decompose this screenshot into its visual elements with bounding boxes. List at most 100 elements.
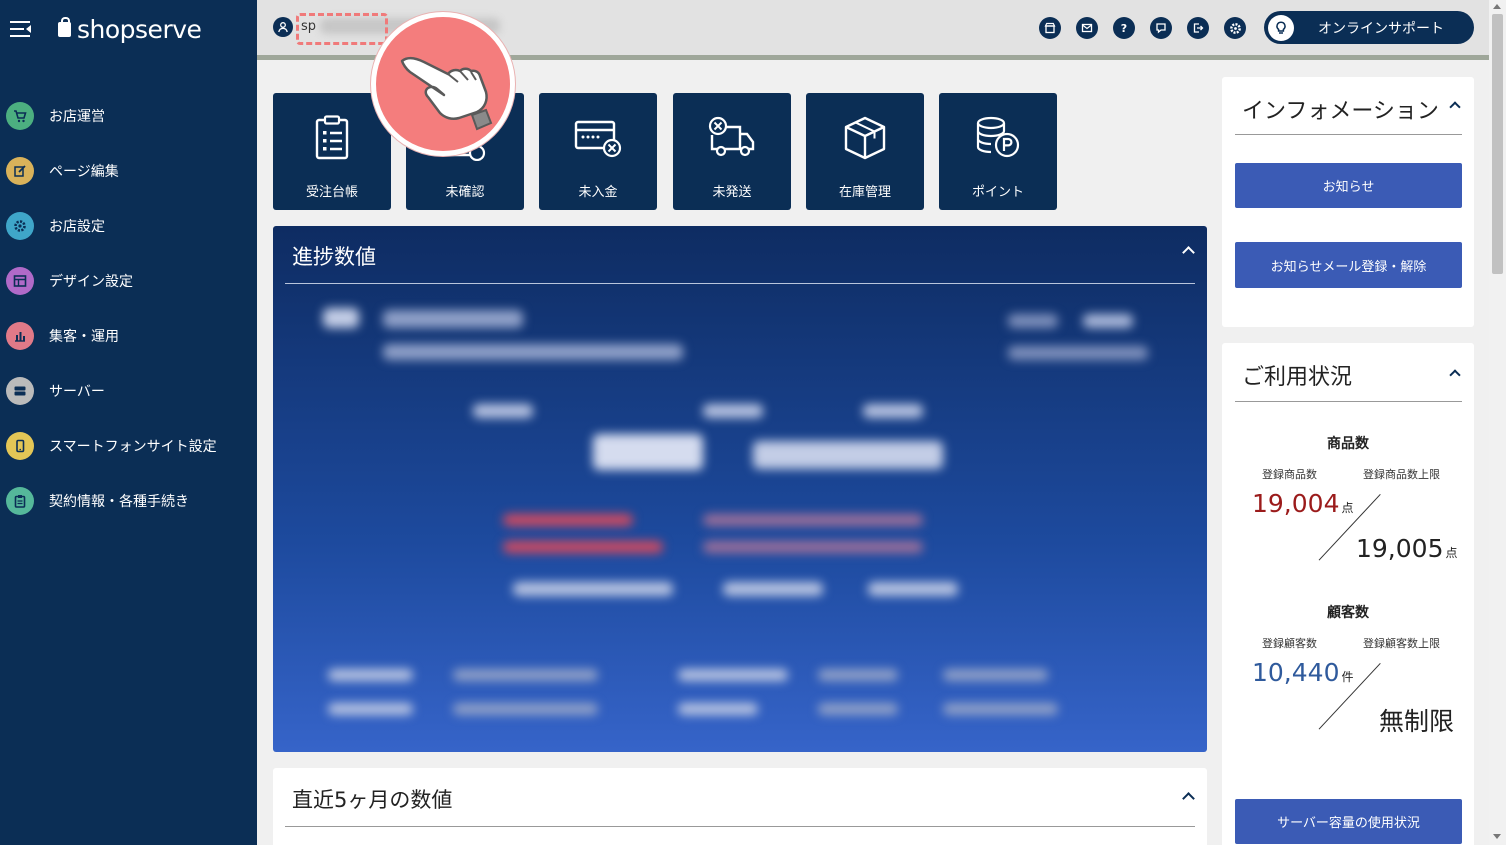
redacted-content: [943, 669, 1048, 681]
inventory-icon: [842, 115, 888, 161]
registered-customers-label: 登録顧客数: [1262, 637, 1317, 650]
sidebar-item-design-settings[interactable]: デザイン設定: [0, 253, 257, 308]
menu-collapse-icon[interactable]: [10, 19, 32, 39]
server-usage-button[interactable]: サーバー容量の使用状況: [1235, 799, 1462, 844]
chevron-up-icon[interactable]: [1449, 101, 1461, 113]
sidebar-nav: お店運営 ページ編集 お店設定 デザイン設定 集客・運用 サーバー スマートフォ…: [0, 88, 257, 528]
server-icon: [6, 376, 34, 405]
tile-label: 未確認: [445, 185, 485, 200]
information-divider: [1235, 134, 1462, 135]
sidebar-item-label: お店設定: [49, 218, 105, 235]
tile-inventory[interactable]: 在庫管理: [806, 93, 924, 210]
gear-icon: [6, 211, 34, 240]
tile-unpaid[interactable]: 未入金: [539, 93, 657, 210]
redacted-content: [863, 404, 923, 418]
usage-divider: [1235, 401, 1462, 402]
sidebar-item-contract-info[interactable]: 契約情報・各種手続き: [0, 473, 257, 528]
layout-icon: [6, 266, 34, 295]
redacted-content: [1008, 314, 1058, 328]
chevron-up-icon[interactable]: [1182, 246, 1195, 259]
logout-icon[interactable]: [1187, 17, 1209, 39]
tile-label: 未入金: [578, 185, 618, 200]
order-ledger-icon: [314, 115, 350, 161]
sidebar-item-label: ページ編集: [49, 163, 119, 180]
brand-logo[interactable]: shopserve: [58, 14, 202, 44]
tile-label: 未発送: [712, 185, 752, 200]
registered-customers-value: 10,440 件: [1252, 658, 1354, 687]
scroll-up-arrow-icon[interactable]: [1493, 4, 1501, 9]
news-button[interactable]: お知らせ: [1235, 163, 1462, 208]
mail-icon[interactable]: [1076, 17, 1098, 39]
registered-products-value: 19,004 点: [1252, 489, 1354, 518]
usage-panel: ご利用状況 商品数 登録商品数 登録商品数上限 19,004 点 19,005 点 …: [1222, 343, 1474, 845]
redacted-content: [383, 310, 523, 328]
sidebar-item-page-edit[interactable]: ページ編集: [0, 143, 257, 198]
tile-label: ポイント: [971, 185, 1024, 200]
progress-title: 進捗数値: [292, 245, 376, 269]
redacted-content: [513, 582, 673, 596]
sidebar-item-smartphone-site[interactable]: スマートフォンサイト設定: [0, 418, 257, 473]
progress-panel: 進捗数値: [273, 226, 1207, 752]
online-support-button[interactable]: オンラインサポート: [1264, 11, 1474, 44]
online-support-label: オンラインサポート: [1318, 20, 1444, 37]
unshipped-icon: [707, 115, 757, 161]
brand-name: shopserve: [77, 14, 202, 44]
redacted-content: [818, 703, 898, 715]
sidebar-item-store-settings[interactable]: お店設定: [0, 198, 257, 253]
redacted-content: [703, 541, 923, 553]
sidebar-item-server[interactable]: サーバー: [0, 363, 257, 418]
shopping-bag-icon: [58, 16, 71, 37]
redacted-content: [328, 669, 413, 681]
redacted-content: [678, 703, 758, 715]
chevron-up-icon[interactable]: [1449, 369, 1461, 381]
sidebar-item-label: お店運営: [49, 108, 105, 125]
settings-icon[interactable]: [1224, 17, 1246, 39]
redacted-content: [678, 669, 788, 681]
recent-months-panel: 直近5ヶ月の数値: [273, 768, 1207, 845]
sidebar-item-label: 契約情報・各種手続き: [49, 493, 189, 510]
edit-icon: [6, 156, 34, 185]
tile-label: 在庫管理: [838, 185, 891, 200]
sidebar-item-label: デザイン設定: [49, 273, 133, 290]
store-icon[interactable]: [1039, 17, 1061, 39]
user-icon[interactable]: [273, 17, 293, 37]
tile-points[interactable]: ポイント: [939, 93, 1057, 210]
redacted-content: [328, 703, 413, 715]
progress-divider: [285, 283, 1195, 284]
redacted-content: [943, 703, 1058, 715]
redacted-content: [818, 669, 898, 681]
customer-limit-value: 無制限: [1379, 707, 1455, 736]
redacted-content: [753, 441, 943, 469]
page-scrollbar[interactable]: [1489, 0, 1506, 845]
points-icon: [974, 115, 1022, 161]
redacted-content: [703, 514, 923, 526]
scroll-thumb[interactable]: [1492, 14, 1503, 274]
customer-limit-label: 登録顧客数上限: [1363, 637, 1440, 650]
redacted-content: [1083, 314, 1133, 328]
redacted-content: [503, 541, 663, 553]
redacted-content: [383, 344, 683, 360]
tile-order-ledger[interactable]: 受注台帳: [273, 93, 391, 210]
redacted-content: [593, 434, 703, 470]
tile-unshipped[interactable]: 未発送: [673, 93, 791, 210]
usage-title: ご利用状況: [1242, 365, 1353, 390]
redacted-content: [453, 669, 598, 681]
unpaid-icon: [573, 115, 623, 161]
redacted-content: [1008, 346, 1148, 360]
sidebar-item-marketing[interactable]: 集客・運用: [0, 308, 257, 363]
chevron-up-icon[interactable]: [1182, 792, 1195, 805]
tile-label: 受注台帳: [305, 185, 358, 200]
chart-icon: [6, 321, 34, 350]
scroll-down-arrow-icon[interactable]: [1493, 834, 1501, 839]
redacted-content: [323, 308, 359, 328]
redacted-content: [473, 404, 533, 418]
clipboard-icon: [6, 486, 34, 515]
product-limit-value: 19,005 点: [1356, 534, 1458, 563]
news-mail-subscribe-button[interactable]: お知らせメール登録・解除: [1235, 242, 1462, 288]
sidebar-item-store-operation[interactable]: お店運営: [0, 88, 257, 143]
sidebar-item-label: サーバー: [49, 383, 105, 400]
chat-icon[interactable]: [1150, 17, 1172, 39]
help-icon[interactable]: ?: [1113, 17, 1135, 39]
sidebar-item-label: スマートフォンサイト設定: [49, 438, 217, 455]
lightbulb-icon: [1268, 14, 1294, 41]
